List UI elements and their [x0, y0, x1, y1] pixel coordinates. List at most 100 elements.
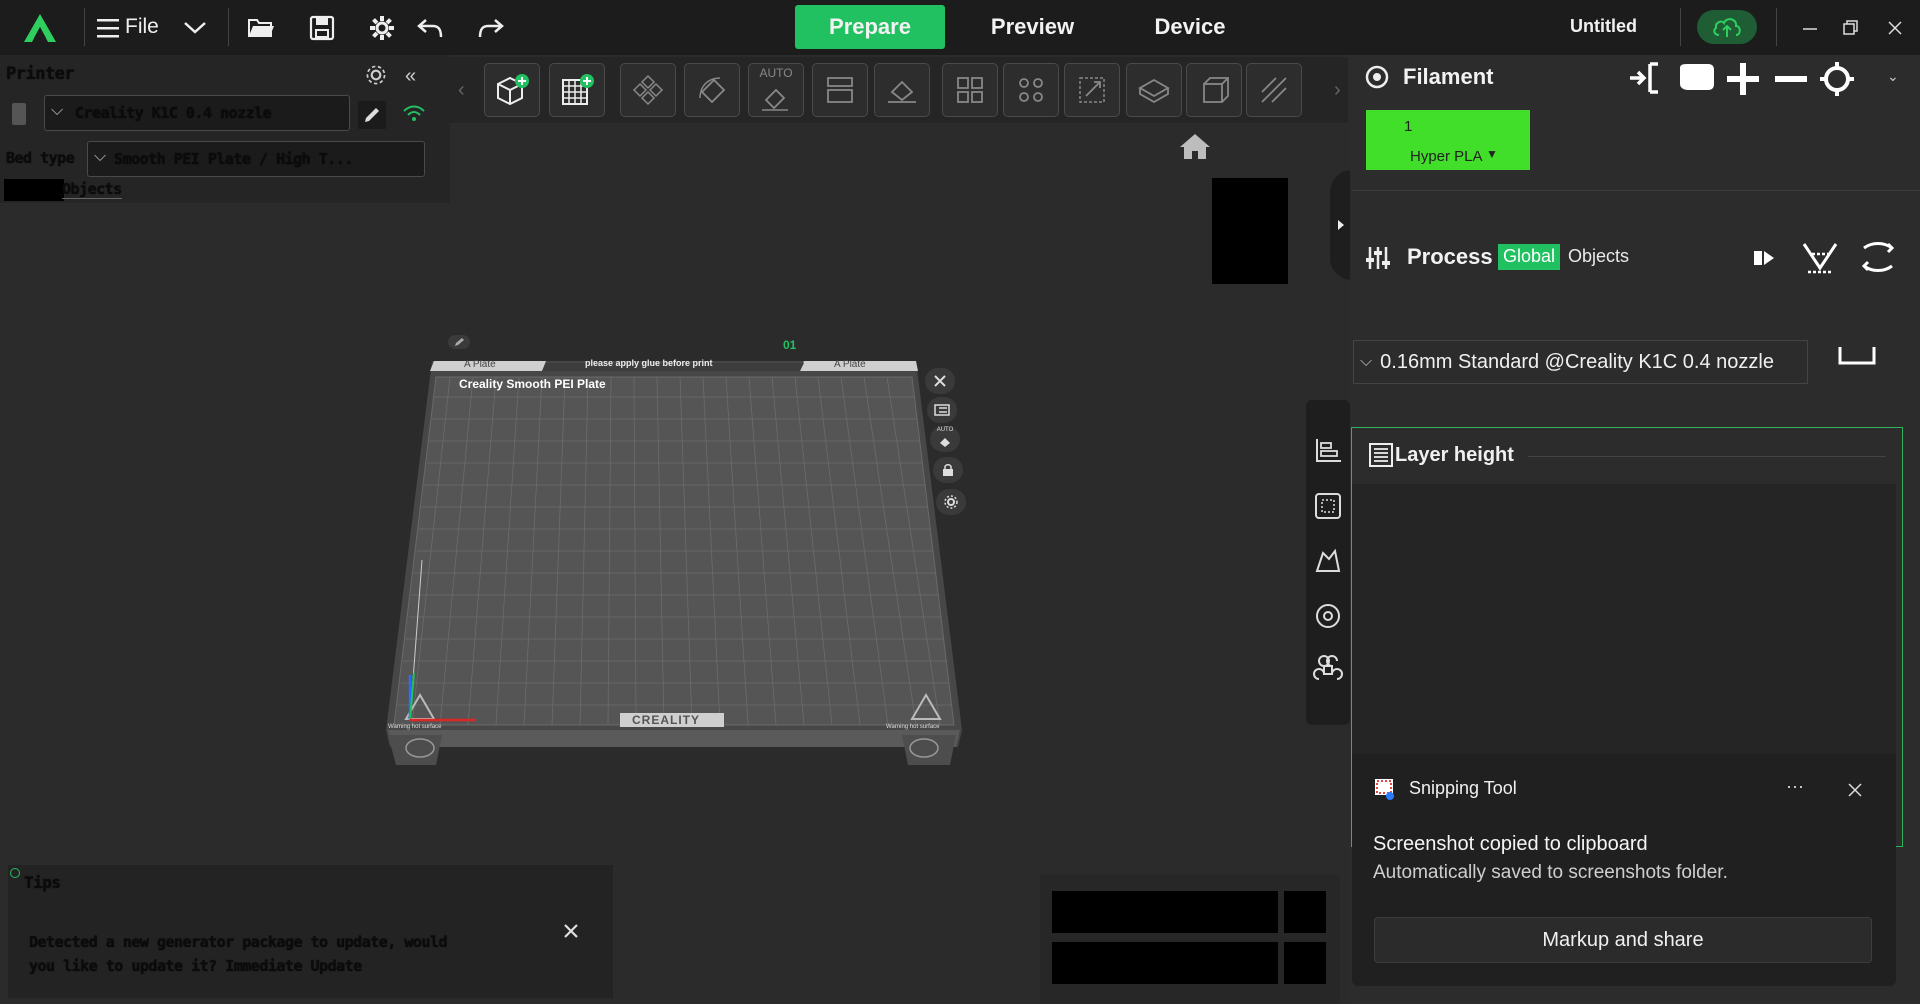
restore-icon[interactable]	[1836, 14, 1866, 42]
chevron-down-icon: ⌵	[1360, 353, 1373, 370]
split-parts-icon[interactable]	[1003, 63, 1059, 117]
redacted-block	[1284, 891, 1326, 933]
printer-select[interactable]: ⌵ Creality K1C 0.4 nozzle	[44, 95, 350, 131]
wifi-status-icon	[402, 102, 426, 124]
plate-settings-icon[interactable]	[936, 489, 966, 515]
command-icon[interactable]	[1312, 654, 1344, 686]
layer-title-rule	[1528, 456, 1886, 457]
markup-and-share-button[interactable]: Markup and share	[1374, 917, 1872, 963]
redo-icon[interactable]	[473, 10, 509, 46]
bed-type-select[interactable]: ⌵ Smooth PEI Plate / High T...	[87, 141, 425, 177]
cloud-upload-button[interactable]	[1697, 10, 1757, 44]
cut-icon[interactable]	[1126, 63, 1182, 117]
project-title: Untitled	[1570, 16, 1637, 36]
toolbar-scroll-left-icon[interactable]: ‹	[458, 79, 465, 102]
auto-label: AUTO	[759, 66, 793, 80]
plate-close-icon[interactable]	[925, 368, 955, 394]
toast-more-options-icon[interactable]: ···	[1786, 776, 1804, 797]
menu-icon[interactable]	[90, 10, 126, 46]
printer-section-title: Printer	[6, 64, 75, 84]
edit-printer-pencil-icon[interactable]	[358, 101, 386, 129]
printer-name: Creality K1C 0.4 nozzle	[75, 104, 272, 122]
process-global-toggle[interactable]: Global	[1498, 244, 1561, 270]
support-paint-icon[interactable]	[1246, 63, 1302, 117]
file-menu[interactable]: File	[125, 15, 159, 39]
process-swap-icon[interactable]	[1858, 238, 1898, 276]
top-bar: File Prepare Preview Device Untitled	[0, 0, 1920, 55]
plate-name: Creality Smooth PEI Plate	[459, 377, 606, 391]
tab-device[interactable]: Device	[1135, 5, 1245, 49]
add-object-icon[interactable]	[484, 63, 540, 117]
plate-warning-right: Warning hot surface	[886, 724, 940, 730]
bed-type-label: Bed type	[6, 149, 75, 167]
scale-icon[interactable]	[1064, 63, 1120, 117]
arrange-icon[interactable]	[620, 63, 676, 117]
toast-close-icon[interactable]	[1846, 781, 1864, 799]
tab-prepare[interactable]: Prepare	[795, 5, 945, 49]
redacted-tab	[4, 179, 64, 201]
orient-icon[interactable]	[684, 63, 740, 117]
filament-ams-icon[interactable]	[1676, 60, 1718, 94]
remove-filament-minus-icon[interactable]	[1772, 60, 1810, 98]
toolbar-scroll-right-icon[interactable]: ›	[1334, 79, 1341, 102]
seam-paint-icon[interactable]	[1312, 544, 1344, 576]
add-plate-icon[interactable]	[549, 63, 605, 117]
printer-settings-gear-icon[interactable]	[364, 63, 388, 87]
chevron-down-icon[interactable]	[177, 10, 213, 46]
toolbar-divider	[84, 8, 85, 46]
filament-expand-chevron-icon[interactable]: ⌄	[1887, 68, 1899, 85]
build-plate-viewport[interactable]: 01 A Plate A Plate please apply glue bef…	[380, 335, 970, 780]
snipping-tool-icon	[1373, 777, 1397, 801]
plate-right-label: A Plate	[834, 359, 866, 370]
process-compare-icon[interactable]	[1800, 238, 1840, 276]
collapse-right-panel-handle[interactable]	[1330, 170, 1352, 280]
plate-edit-icon[interactable]	[448, 335, 470, 349]
align-icon[interactable]	[1312, 434, 1344, 466]
chevron-down-icon: ⌵	[94, 148, 107, 165]
close-window-icon[interactable]	[1880, 14, 1910, 42]
auto-orient-icon[interactable]: AUTO	[748, 63, 804, 117]
open-folder-icon[interactable]	[243, 10, 279, 46]
bed-type-value: Smooth PEI Plate / High T...	[114, 150, 353, 168]
printer-panel: Printer « ⌵ Creality K1C 0.4 nozzle Bed …	[0, 55, 450, 203]
measure-target-icon[interactable]	[1312, 600, 1344, 632]
collapse-double-chevron-icon[interactable]: «	[405, 65, 416, 88]
plate-auto-orient-icon[interactable]: AUTO	[930, 426, 960, 452]
layout-icon[interactable]	[812, 63, 868, 117]
tab-preview[interactable]: Preview	[975, 5, 1090, 49]
select-region-icon[interactable]	[1312, 490, 1344, 522]
home-view-icon[interactable]	[1178, 132, 1212, 160]
view-side-toolbar	[1306, 400, 1350, 725]
process-toggle-icon[interactable]	[1752, 246, 1778, 270]
notification-body-line2[interactable]: you like to update it? Immediate Update	[29, 957, 362, 975]
tab-objects[interactable]: Objects	[62, 180, 122, 199]
printer-thumbnail-icon	[12, 103, 26, 125]
toast-message: Screenshot copied to clipboard	[1373, 833, 1648, 855]
plate-left-label: A Plate	[464, 359, 496, 370]
lay-on-face-icon[interactable]	[874, 63, 930, 117]
redacted-block	[1052, 891, 1278, 933]
plate-list-icon[interactable]	[927, 397, 957, 423]
settings-gear-icon[interactable]	[364, 10, 400, 46]
process-sliders-icon	[1364, 244, 1392, 272]
minimize-icon[interactable]	[1795, 14, 1825, 42]
filament-slot-1[interactable]: 1 Hyper PLA ▼	[1366, 110, 1530, 170]
plate-lock-icon[interactable]	[933, 457, 963, 483]
process-objects-toggle[interactable]: Objects	[1568, 246, 1629, 267]
save-profile-icon[interactable]	[1838, 343, 1876, 367]
box-view-icon[interactable]	[1186, 63, 1242, 117]
split-objects-icon[interactable]	[942, 63, 998, 117]
add-filament-plus-icon[interactable]	[1724, 60, 1762, 98]
filament-sync-icon[interactable]	[1628, 60, 1668, 96]
undo-icon[interactable]	[412, 10, 448, 46]
filament-dropdown-caret-icon[interactable]: ▼	[1486, 147, 1498, 161]
toast-submessage: Automatically saved to screenshots folde…	[1373, 862, 1728, 883]
process-profile-select[interactable]: ⌵ 0.16mm Standard @Creality K1C 0.4 nozz…	[1353, 340, 1808, 384]
toast-backdrop	[1352, 484, 1896, 754]
plate-number: 01	[783, 338, 797, 352]
notification-close-icon[interactable]	[562, 922, 580, 940]
save-icon[interactable]	[304, 10, 340, 46]
toast-app-name: Snipping Tool	[1409, 778, 1517, 798]
filament-settings-icon[interactable]	[1818, 60, 1856, 98]
chevron-down-icon: ⌵	[51, 102, 64, 119]
